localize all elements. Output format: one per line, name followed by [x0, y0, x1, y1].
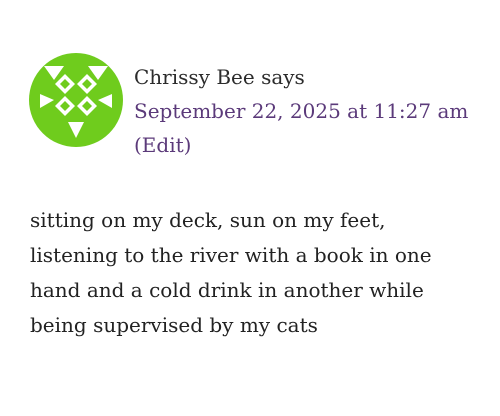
- avatar: [28, 52, 124, 148]
- comment: Chrissy Bee says September 22, 2025 at 1…: [0, 0, 500, 416]
- comment-body: sitting on my deck, sun on my feet, list…: [30, 203, 470, 343]
- identicon-avatar-icon: [29, 53, 123, 147]
- comment-says-label: says: [261, 65, 305, 89]
- comment-edit-link[interactable]: (Edit): [134, 128, 484, 162]
- comment-date-link[interactable]: September 22, 2025 at 11:27 am: [134, 94, 484, 128]
- comment-meta: Chrissy Bee says September 22, 2025 at 1…: [134, 60, 484, 162]
- comment-body-line: listening to the river with a book in on…: [30, 243, 432, 267]
- comment-body-line: hand and a cold drink in another while: [30, 278, 424, 302]
- comment-body-line: being supervised by my cats: [30, 313, 318, 337]
- comment-author-name: Chrissy Bee: [134, 65, 255, 89]
- comment-body-line: sitting on my deck, sun on my feet,: [30, 208, 386, 232]
- comment-author-line: Chrissy Bee says: [134, 60, 484, 94]
